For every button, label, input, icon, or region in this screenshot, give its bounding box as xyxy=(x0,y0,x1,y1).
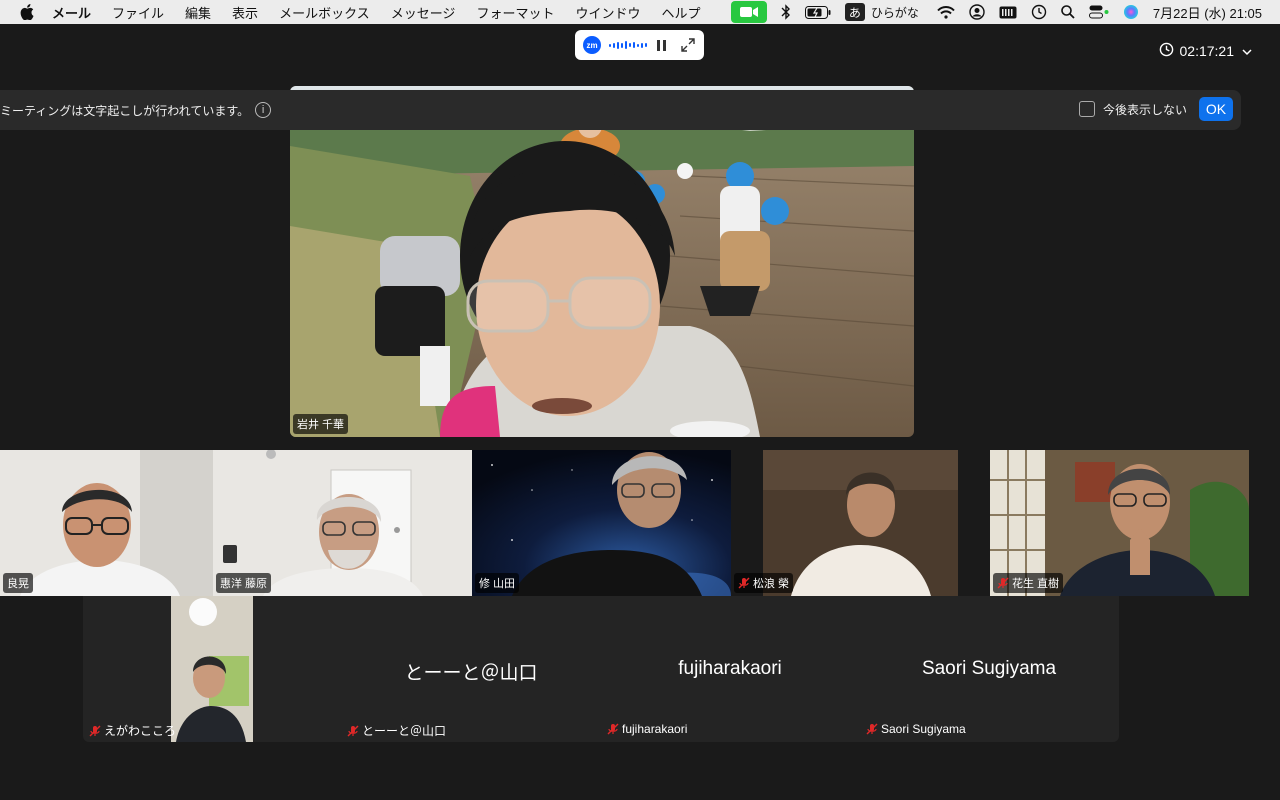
participant-name-tag: えがわこころ xyxy=(89,722,176,739)
muted-mic-icon xyxy=(997,577,1009,589)
zoom-logo-icon: zm xyxy=(583,36,601,54)
transcription-banner: ミーティングは文字起こしが行われています。 i 今後表示しない OK xyxy=(0,90,1241,130)
participant-name: 良晃 xyxy=(7,578,29,590)
spotlight-search-icon[interactable] xyxy=(1061,0,1075,24)
chevron-down-icon[interactable] xyxy=(1242,43,1252,59)
participant-name: 松浪 榮 xyxy=(753,578,790,590)
participant-name-tag: fujiharakaori xyxy=(607,722,687,736)
muted-mic-icon xyxy=(738,577,750,589)
menubar-clock[interactable]: 7月22日 (水) 21:05 xyxy=(1153,3,1262,22)
bottom-participants-row: えがわこころ とーーと＠山口 とーーと＠山口 fujiharakaori fuj… xyxy=(83,596,1119,742)
meeting-top-bar: zm 02:17:21 xyxy=(0,24,1280,82)
muted-mic-icon xyxy=(89,725,101,737)
participant-display-name: Saori Sugiyama xyxy=(921,658,1057,679)
participant-name: えがわこころ xyxy=(104,724,177,738)
menu-file[interactable]: ファイル xyxy=(112,3,164,22)
participant-tile[interactable]: 惠洋 藤原 xyxy=(213,450,472,596)
ok-button[interactable]: OK xyxy=(1199,97,1233,121)
clock-icon xyxy=(1159,42,1174,60)
speaker-video-frame xyxy=(290,86,914,437)
participant-name: 花生 直樹 xyxy=(1012,578,1060,590)
participant-name-tag: Saori Sugiyama xyxy=(866,722,966,736)
meeting-timer[interactable]: 02:17:21 xyxy=(1159,42,1253,60)
menu-help[interactable]: ヘルプ xyxy=(661,3,700,22)
participant-name-tag: 岩井 千華 xyxy=(293,414,349,434)
participant-name: 修 山田 xyxy=(479,578,516,590)
participant-tile[interactable]: 修 山田 xyxy=(472,450,731,596)
muted-mic-icon xyxy=(866,723,878,735)
pause-icon[interactable] xyxy=(657,39,666,51)
participant-tile[interactable]: 良晃 xyxy=(0,450,213,596)
participant-name: 惠洋 藤原 xyxy=(220,578,268,590)
menu-app-name[interactable]: メール xyxy=(52,3,91,22)
battery-icon[interactable] xyxy=(804,0,831,24)
time-machine-icon[interactable] xyxy=(1031,0,1047,24)
active-speaker-video[interactable]: 岩井 千華 xyxy=(290,86,914,437)
muted-mic-icon xyxy=(607,723,619,735)
muted-mic-icon xyxy=(347,725,359,737)
input-method-label[interactable]: ひらがな xyxy=(871,4,919,21)
participant-name-tag: 松浪 榮 xyxy=(734,573,794,593)
participant-name-tag: 惠洋 藤原 xyxy=(216,573,272,593)
participant-video xyxy=(171,596,253,742)
participant-name: Saori Sugiyama xyxy=(881,722,966,736)
transcription-indicator[interactable]: zm xyxy=(575,30,704,60)
participant-display-name: fujiharakaori xyxy=(678,658,782,679)
menu-window[interactable]: ウインドウ xyxy=(575,3,640,22)
participant-tile[interactable]: 花生 直樹 xyxy=(990,450,1249,596)
wifi-icon[interactable] xyxy=(937,0,955,24)
user-account-icon[interactable] xyxy=(969,0,985,24)
apple-logo-icon[interactable] xyxy=(18,3,36,21)
menu-mailbox[interactable]: メールボックス xyxy=(279,3,370,22)
dont-show-again-label[interactable]: 今後表示しない xyxy=(1103,101,1187,118)
meeting-duration: 02:17:21 xyxy=(1179,43,1235,59)
menu-bar: メール ファイル 編集 表示 メールボックス メッセージ フォーマット ウインド… xyxy=(0,0,1280,24)
participant-name: 岩井 千華 xyxy=(297,419,345,431)
siri-icon[interactable] xyxy=(1123,0,1139,24)
menu-edit[interactable]: 編集 xyxy=(185,3,211,22)
banner-message: ミーティングは文字起こしが行われています。 xyxy=(0,103,250,118)
menu-view[interactable]: 表示 xyxy=(232,3,258,22)
participant-tile[interactable]: 松浪 榮 xyxy=(731,450,958,596)
keyboard-icon[interactable] xyxy=(999,0,1017,24)
camera-in-use-icon[interactable] xyxy=(730,1,767,23)
menu-message[interactable]: メッセージ xyxy=(391,3,456,22)
audio-wave-icon xyxy=(609,41,647,49)
participant-name-tag: 良晃 xyxy=(3,573,33,593)
participant-name: fujiharakaori xyxy=(622,722,688,736)
bluetooth-icon[interactable] xyxy=(781,0,791,24)
dont-show-again-checkbox[interactable] xyxy=(1078,101,1095,117)
info-icon[interactable]: i xyxy=(255,102,272,118)
participant-name-tag: 修 山田 xyxy=(475,573,520,593)
participant-display-name: とーーと＠山口 xyxy=(404,663,538,684)
control-center-icon[interactable] xyxy=(1088,0,1109,24)
participant-name-tag: とーーと＠山口 xyxy=(347,722,446,739)
expand-icon[interactable] xyxy=(680,37,696,53)
participant-name-tag: 花生 直樹 xyxy=(993,573,1064,593)
menu-format[interactable]: フォーマット xyxy=(476,3,554,22)
input-method-icon[interactable]: あ xyxy=(844,3,865,21)
participant-name: とーーと＠山口 xyxy=(362,724,447,738)
